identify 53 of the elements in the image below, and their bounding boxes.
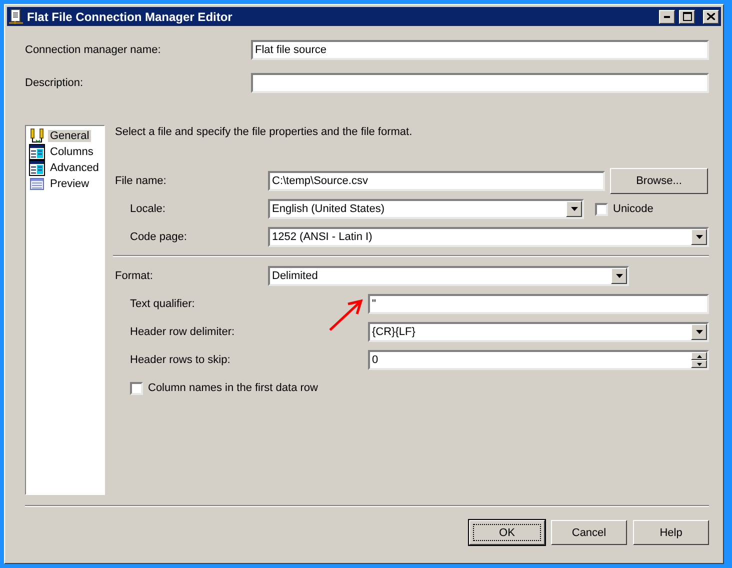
close-button[interactable] xyxy=(703,10,719,24)
field-label: Text qualifier: xyxy=(129,298,196,310)
maximize-button[interactable] xyxy=(679,10,695,24)
field-label: Locale: xyxy=(129,203,166,215)
instruction-text: Select a file and specify the file properties and the file format. xyxy=(115,126,414,138)
caret-icon xyxy=(696,235,702,239)
document-icon xyxy=(9,8,23,24)
code-page-dropdown[interactable]: 1252 (ANSI - Latin I) xyxy=(268,227,709,247)
text-qualifier-field[interactable]: " xyxy=(368,294,709,314)
dropdown-button[interactable] xyxy=(611,268,627,284)
browse-button[interactable]: Browse... xyxy=(610,168,708,194)
field-label: File name: xyxy=(115,175,168,187)
text-field[interactable]: Flat file source xyxy=(251,40,709,60)
caret-icon xyxy=(570,207,578,211)
checkbox[interactable] xyxy=(130,382,143,394)
close-icon xyxy=(707,13,715,20)
dialog-button[interactable]: Help xyxy=(633,520,709,545)
delimiter-dropdown[interactable]: {CR}{LF} xyxy=(368,322,709,342)
field-label: Connection manager name: xyxy=(25,44,162,56)
preview-icon xyxy=(29,176,45,192)
dialog-button[interactable]: OK xyxy=(469,520,545,545)
window-title: Flat File Connection Manager Editor xyxy=(27,10,234,24)
file-name-field[interactable]: C:\temp\Source.csv xyxy=(268,171,605,191)
nav-item[interactable]: Advanced xyxy=(29,160,101,176)
field-label: Code page: xyxy=(129,231,188,243)
field-label: Format: xyxy=(115,270,154,282)
connection-icon xyxy=(29,128,45,144)
nav-item[interactable]: Columns xyxy=(29,144,101,160)
caret-icon xyxy=(616,274,622,278)
locale-dropdown[interactable]: English (United States) xyxy=(268,199,584,219)
nav-item[interactable]: Preview xyxy=(29,176,101,192)
caret-icon xyxy=(696,330,702,334)
field-label: Header rows to skip: xyxy=(129,354,232,366)
table-icon xyxy=(29,144,45,160)
dropdown-button[interactable] xyxy=(566,201,582,217)
table-icon xyxy=(29,160,45,176)
down-arrow-icon xyxy=(696,362,702,366)
field-label: Header row delimiter: xyxy=(129,326,236,338)
nav-item[interactable]: General xyxy=(29,128,101,144)
unicode-checkbox[interactable] xyxy=(595,202,608,216)
dropdown-button[interactable] xyxy=(691,324,707,340)
minimize-icon xyxy=(664,16,670,18)
format-dropdown[interactable]: Delimited xyxy=(268,266,629,286)
field-label: Description: xyxy=(25,77,84,89)
up-arrow-icon xyxy=(696,354,702,358)
number-spinner[interactable]: 0 xyxy=(368,350,709,370)
checkbox-label: Column names in the first data row xyxy=(148,382,318,394)
checkbox-label: Unicode xyxy=(613,203,654,215)
minimize-button[interactable] xyxy=(659,10,675,24)
maximize-icon xyxy=(682,12,692,21)
dialog-button[interactable]: Cancel xyxy=(551,520,627,545)
dropdown-button[interactable] xyxy=(691,229,707,245)
text-field[interactable] xyxy=(251,73,709,93)
